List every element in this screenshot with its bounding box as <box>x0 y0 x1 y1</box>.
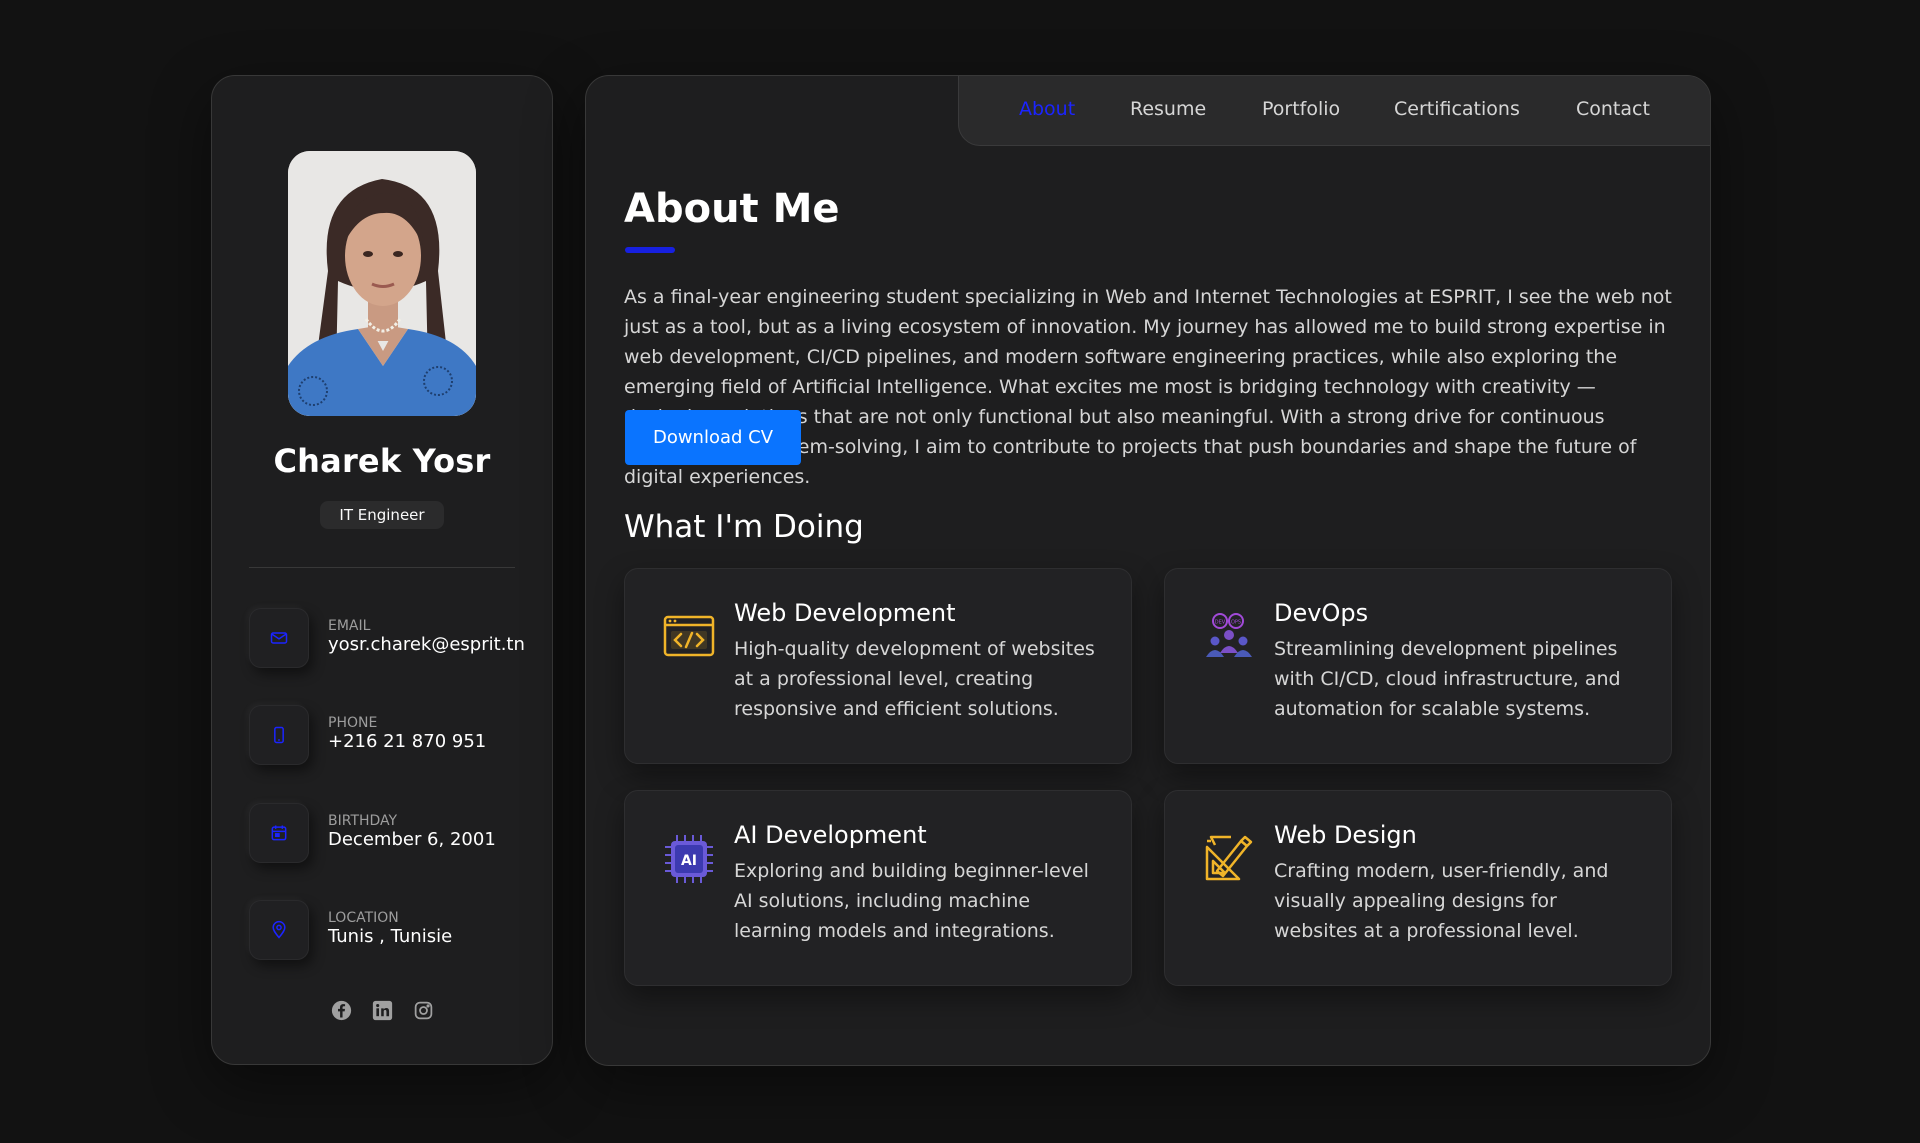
contact-label: Phone <box>328 715 378 731</box>
svg-text:OPS: OPS <box>1231 620 1241 626</box>
calendar-icon <box>249 803 309 863</box>
title-underline <box>625 247 675 253</box>
top-navbar: About Resume Portfolio Certifications Co… <box>958 76 1710 146</box>
service-title: Web Development <box>734 599 956 627</box>
service-title: AI Development <box>734 821 927 849</box>
service-card-devops: DEV OPS DevOps Streamlining development … <box>1164 568 1672 764</box>
services-title: What I'm Doing <box>624 509 864 545</box>
sidebar-separator <box>249 567 515 568</box>
facebook-icon[interactable] <box>331 1000 352 1021</box>
social-links <box>212 1000 552 1021</box>
phone-link[interactable]: +216 21 870 951 <box>328 731 486 752</box>
service-card-web-design: Web Design Crafting modern, user-friendl… <box>1164 790 1672 986</box>
birthday-value: December 6, 2001 <box>328 829 496 850</box>
mail-icon <box>249 608 309 668</box>
design-tools-icon <box>1201 831 1257 887</box>
svg-text:AI: AI <box>681 853 697 869</box>
devops-team-icon: DEV OPS <box>1201 609 1257 665</box>
phone-icon <box>249 705 309 765</box>
profile-name: Charek Yosr <box>273 442 491 480</box>
avatar <box>288 151 476 416</box>
contact-label: Birthday <box>328 813 398 829</box>
page-title: About Me <box>624 186 840 232</box>
contact-birthday: Birthday December 6, 2001 <box>249 803 539 863</box>
code-window-icon <box>661 609 717 665</box>
service-card-ai-development: AI AI Development Exploring and building… <box>624 790 1132 986</box>
service-text: High-quality development of websites at … <box>734 638 1095 720</box>
nav-about[interactable]: About <box>1019 98 1075 120</box>
email-link[interactable]: yosr.charek@esprit.tn <box>328 634 525 655</box>
profile-photo <box>288 151 476 416</box>
service-text: Exploring and building beginner-level AI… <box>734 860 1089 942</box>
download-cv-button[interactable]: Download CV <box>625 410 801 465</box>
location-value: Tunis , Tunisie <box>328 926 453 947</box>
role-badge: IT Engineer <box>320 501 444 529</box>
main-content: About Resume Portfolio Certifications Co… <box>585 75 1711 1066</box>
nav-resume[interactable]: Resume <box>1130 98 1206 120</box>
location-pin-icon <box>249 900 309 960</box>
service-title: Web Design <box>1274 821 1417 849</box>
service-card-web-development: Web Development High-quality development… <box>624 568 1132 764</box>
service-title: DevOps <box>1274 599 1369 627</box>
contact-location: Location Tunis , Tunisie <box>249 900 539 960</box>
service-text: Streamlining development pipelines with … <box>1274 638 1621 720</box>
profile-sidebar: Charek Yosr IT Engineer Email yosr.chare… <box>211 75 553 1065</box>
nav-portfolio[interactable]: Portfolio <box>1262 98 1340 120</box>
ai-chip-icon: AI <box>661 831 717 887</box>
nav-contact[interactable]: Contact <box>1576 98 1650 120</box>
service-text: Crafting modern, user-friendly, and visu… <box>1274 860 1609 942</box>
nav-certifications[interactable]: Certifications <box>1394 98 1520 120</box>
contact-label: Email <box>328 618 371 634</box>
instagram-icon[interactable] <box>413 1000 434 1021</box>
linkedin-icon[interactable] <box>372 1000 393 1021</box>
svg-text:DEV: DEV <box>1215 620 1226 626</box>
contact-phone: Phone +216 21 870 951 <box>249 705 539 765</box>
contact-email: Email yosr.charek@esprit.tn <box>249 608 539 668</box>
contact-label: Location <box>328 910 399 926</box>
